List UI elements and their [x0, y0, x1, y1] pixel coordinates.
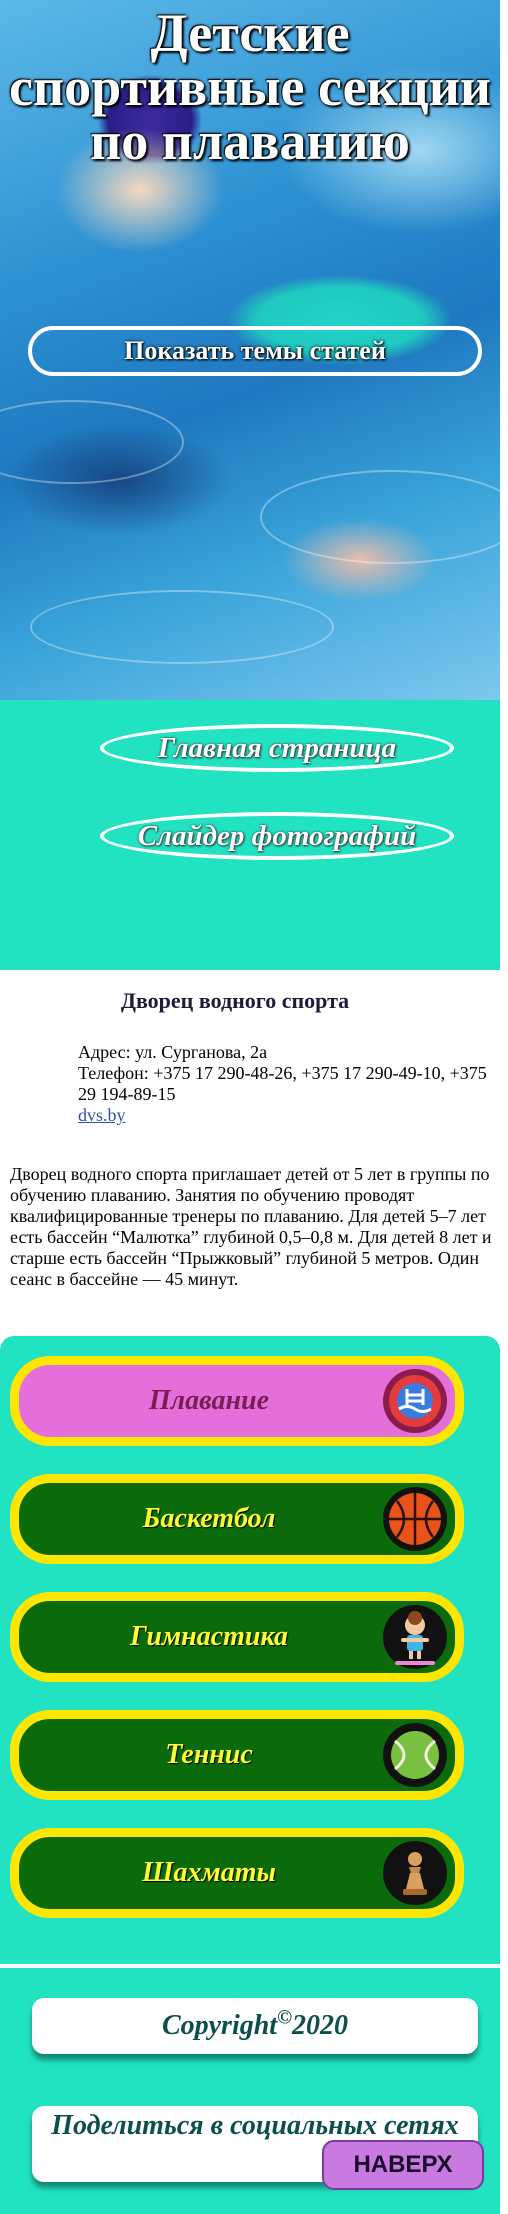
basketball-icon: [383, 1487, 447, 1551]
copyright-text: Copyright: [161, 2010, 278, 2041]
contact-block: Адрес: ул. Сурганова, 2а Телефон: +375 1…: [78, 1042, 488, 1126]
show-topics-button[interactable]: Показать темы статей: [28, 326, 482, 376]
photo-slider-link[interactable]: Слайдер фотографий: [100, 812, 454, 860]
sport-label: Баскетбол: [142, 1503, 276, 1534]
page-title: Детские спортивные секции по плаванию: [9, 3, 491, 171]
sport-label: Теннис: [165, 1739, 253, 1770]
main-page-link[interactable]: Главная страница: [100, 724, 454, 772]
water-ripple: [0, 400, 184, 484]
nav-panel: Главная страница Слайдер фотографий: [0, 700, 500, 970]
phone-text: Телефон: +375 17 290-48-26, +375 17 290-…: [78, 1063, 487, 1104]
water-ripple: [30, 590, 334, 664]
sport-label: Шахматы: [142, 1857, 276, 1888]
swimming-pool-icon: [383, 1369, 447, 1433]
section-title: Дворец водного спорта: [120, 988, 350, 1013]
sport-item-gymnastics[interactable]: Гимнастика: [10, 1592, 464, 1682]
description-text: Дворец водного спорта приглашает детей о…: [10, 1164, 492, 1289]
copyright-symbol: ©: [277, 2006, 293, 2029]
site-link[interactable]: dvs.by: [78, 1105, 126, 1125]
sport-item-tennis[interactable]: Теннис: [10, 1710, 464, 1800]
copyright-box: Copyright©2020: [32, 1998, 478, 2054]
gymnast-icon: [383, 1605, 447, 1669]
sports-menu: Плавание Баскетбол Гимнастика Теннис Шах…: [0, 1336, 500, 1964]
sport-label: Гимнастика: [130, 1621, 288, 1652]
address-text: Адрес: ул. Сурганова, 2а: [78, 1042, 268, 1062]
copyright-year: 2020: [292, 2010, 349, 2041]
sport-item-basketball[interactable]: Баскетбол: [10, 1474, 464, 1564]
scroll-to-top-button[interactable]: НАВЕРХ: [322, 2140, 484, 2190]
water-ripple: [260, 470, 500, 564]
sport-item-chess[interactable]: Шахматы: [10, 1828, 464, 1918]
hero-banner: Детские спортивные секции по плаванию По…: [0, 0, 500, 700]
tennis-ball-icon: [383, 1723, 447, 1787]
sport-item-swimming[interactable]: Плавание: [10, 1356, 464, 1446]
chess-pawn-icon: [383, 1841, 447, 1905]
sport-label: Плавание: [148, 1385, 269, 1416]
